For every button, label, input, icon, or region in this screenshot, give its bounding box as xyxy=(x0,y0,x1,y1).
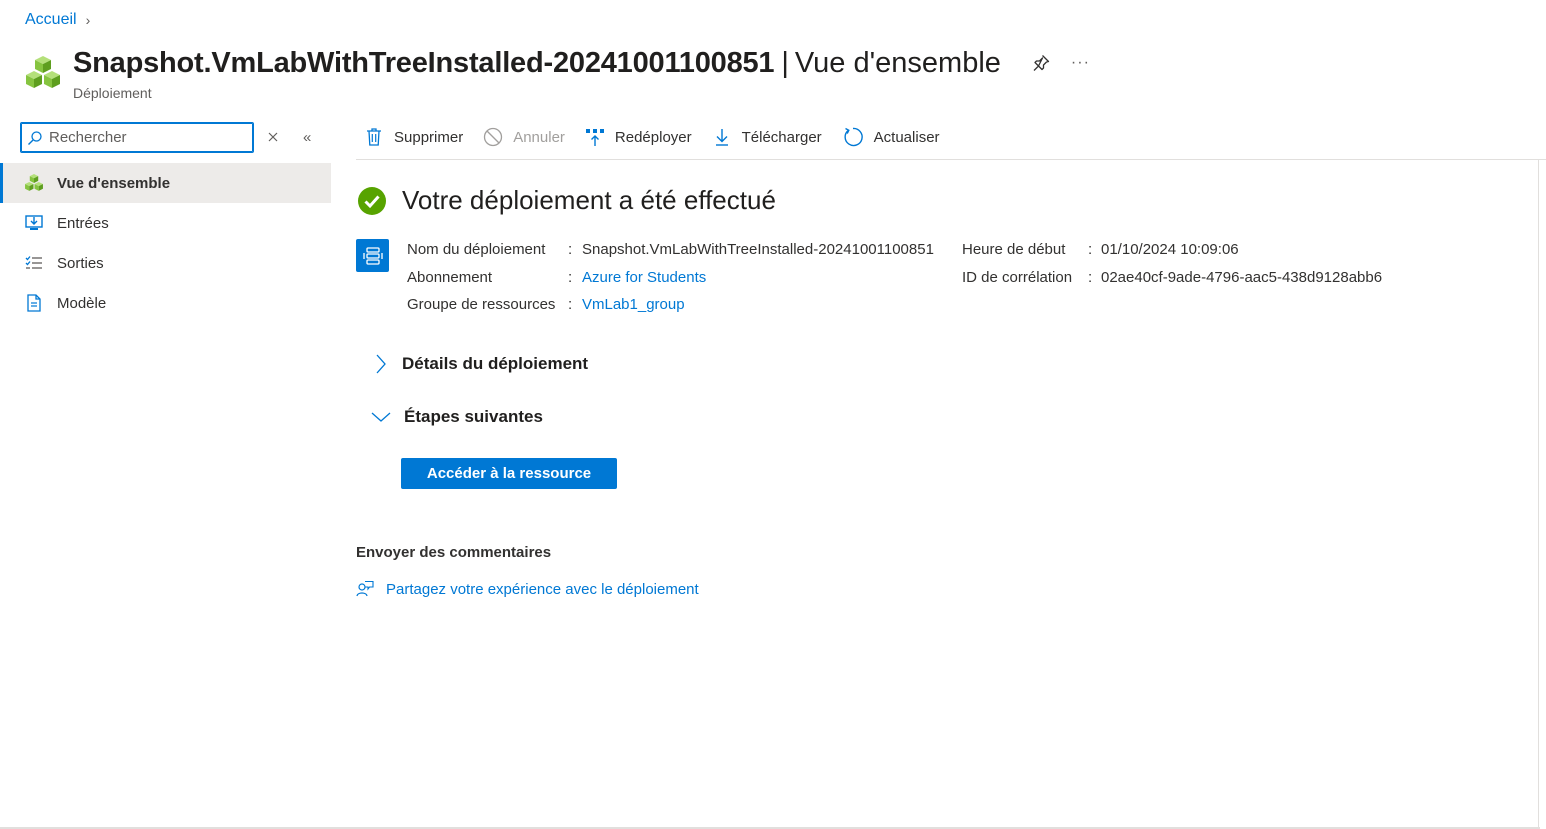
sidebar-item-label: Sorties xyxy=(57,254,104,272)
page-section-title: Vue d'ensemble xyxy=(794,46,1001,79)
chevron-right-icon xyxy=(376,354,386,374)
chevron-down-icon xyxy=(371,412,391,422)
feedback-link-label: Partagez votre expérience avec le déploi… xyxy=(386,580,699,598)
sidebar-item-outputs[interactable]: Sorties xyxy=(0,243,331,283)
property-colon: : xyxy=(1088,268,1093,286)
deployment-cubes-icon xyxy=(25,174,43,191)
property-row-deployment-name: Nom du déploiement : Snapshot.VmLabWithT… xyxy=(407,236,934,264)
property-colon: : xyxy=(568,268,573,286)
property-colon: : xyxy=(568,296,573,314)
refresh-label: Actualiser xyxy=(873,128,940,146)
go-to-resource-button[interactable]: Accéder à la ressource xyxy=(401,458,617,489)
property-label: Groupe de ressources xyxy=(407,296,556,314)
property-label: Abonnement xyxy=(407,268,493,286)
download-icon xyxy=(715,129,728,146)
sidebar-item-label: Modèle xyxy=(57,294,107,312)
cancel-label: Annuler xyxy=(513,128,565,146)
content-right-border xyxy=(1538,160,1539,829)
property-row-resource-group: Groupe de ressources : VmLab1_group xyxy=(407,291,934,319)
property-colon: : xyxy=(1088,241,1093,259)
cancel-circle-icon xyxy=(484,127,503,147)
deployment-details-expander[interactable]: Détails du déploiement xyxy=(370,353,588,375)
sidebar-item-label: Vue d'ensemble xyxy=(57,174,171,192)
page-header: Snapshot.VmLabWithTreeInstalled-20241001… xyxy=(24,46,1090,101)
deployment-details-icon xyxy=(356,239,389,272)
success-check-icon xyxy=(358,186,386,215)
correlation-id-value: 02ae40cf-9ade-4796-aac5-438d9128abb6 xyxy=(1101,268,1383,286)
property-label: Heure de début xyxy=(962,241,1066,259)
next-steps-expander[interactable]: Étapes suivantes xyxy=(370,407,543,427)
subscription-link[interactable]: Azure for Students xyxy=(582,269,706,286)
page-subtitle: Déploiement xyxy=(73,85,152,101)
deployment-icon xyxy=(362,246,383,265)
sidebar-item-label: Entrées xyxy=(57,214,109,232)
sidebar-item-template[interactable]: Modèle xyxy=(0,283,331,323)
property-label: Nom du déploiement xyxy=(407,241,546,259)
deployment-status: Votre déploiement a été effectué xyxy=(357,185,776,216)
search-icon xyxy=(28,130,42,145)
command-bar: Supprimer Annuler Redéployer Télécharger… xyxy=(356,115,1546,160)
refresh-button[interactable]: Actualiser xyxy=(842,126,940,148)
trash-icon xyxy=(367,128,381,146)
deployment-cubes-icon xyxy=(26,56,60,88)
outputs-list-icon xyxy=(25,256,42,269)
cancel-button[interactable]: Annuler xyxy=(483,127,565,147)
pin-icon[interactable] xyxy=(1031,53,1051,73)
property-row-subscription: Abonnement : Azure for Students xyxy=(407,264,934,292)
deployment-details-title: Détails du déploiement xyxy=(402,354,589,373)
feedback-person-icon xyxy=(356,580,374,597)
breadcrumb-separator: › xyxy=(85,12,91,28)
collapse-sidebar-button[interactable]: « xyxy=(303,129,311,146)
sidebar-item-inputs[interactable]: Entrées xyxy=(0,203,331,243)
sidebar-item-overview[interactable]: Vue d'ensemble xyxy=(0,163,331,203)
redeploy-icon xyxy=(585,129,604,146)
property-row-start-time: Heure de début : 01/10/2024 10:09:06 xyxy=(962,236,1382,264)
property-row-correlation-id: ID de corrélation : 02ae40cf-9ade-4796-a… xyxy=(962,264,1382,292)
status-message: Votre déploiement a été effectué xyxy=(402,185,776,215)
redeploy-button[interactable]: Redéployer xyxy=(585,127,692,147)
deployment-name-value: Snapshot.VmLabWithTreeInstalled-20241001… xyxy=(582,241,934,259)
page-title: Snapshot.VmLabWithTreeInstalled-20241001… xyxy=(73,46,775,79)
delete-button[interactable]: Supprimer xyxy=(364,127,463,147)
breadcrumb: Accueil › xyxy=(25,11,90,29)
deployment-properties-left: Nom du déploiement : Snapshot.VmLabWithT… xyxy=(407,236,934,319)
download-button[interactable]: Télécharger xyxy=(712,127,822,147)
search-box xyxy=(20,122,254,153)
feedback-title: Envoyer des commentaires xyxy=(356,544,552,561)
deployment-properties-right: Heure de début : 01/10/2024 10:09:06 ID … xyxy=(962,236,1382,291)
inputs-icon xyxy=(25,215,43,230)
next-steps-title: Étapes suivantes xyxy=(404,407,543,426)
template-document-icon xyxy=(27,294,41,312)
property-colon: : xyxy=(568,241,573,259)
title-separator: | xyxy=(781,46,789,79)
start-time-value: 01/10/2024 10:09:06 xyxy=(1101,241,1239,259)
feedback-link[interactable]: Partagez votre expérience avec le déploi… xyxy=(356,580,699,598)
clear-search-icon[interactable] xyxy=(266,130,280,144)
resource-group-link[interactable]: VmLab1_group xyxy=(582,296,685,313)
refresh-icon xyxy=(844,127,863,147)
download-label: Télécharger xyxy=(741,128,822,146)
sidebar: Vue d'ensemble Entrées Sorties Modèle xyxy=(0,163,331,323)
redeploy-label: Redéployer xyxy=(614,128,692,146)
search-input[interactable] xyxy=(49,129,239,146)
breadcrumb-home-link[interactable]: Accueil xyxy=(25,11,77,29)
delete-label: Supprimer xyxy=(394,128,464,146)
property-label: ID de corrélation xyxy=(962,268,1073,286)
more-options-button[interactable]: ··· xyxy=(1071,54,1090,72)
